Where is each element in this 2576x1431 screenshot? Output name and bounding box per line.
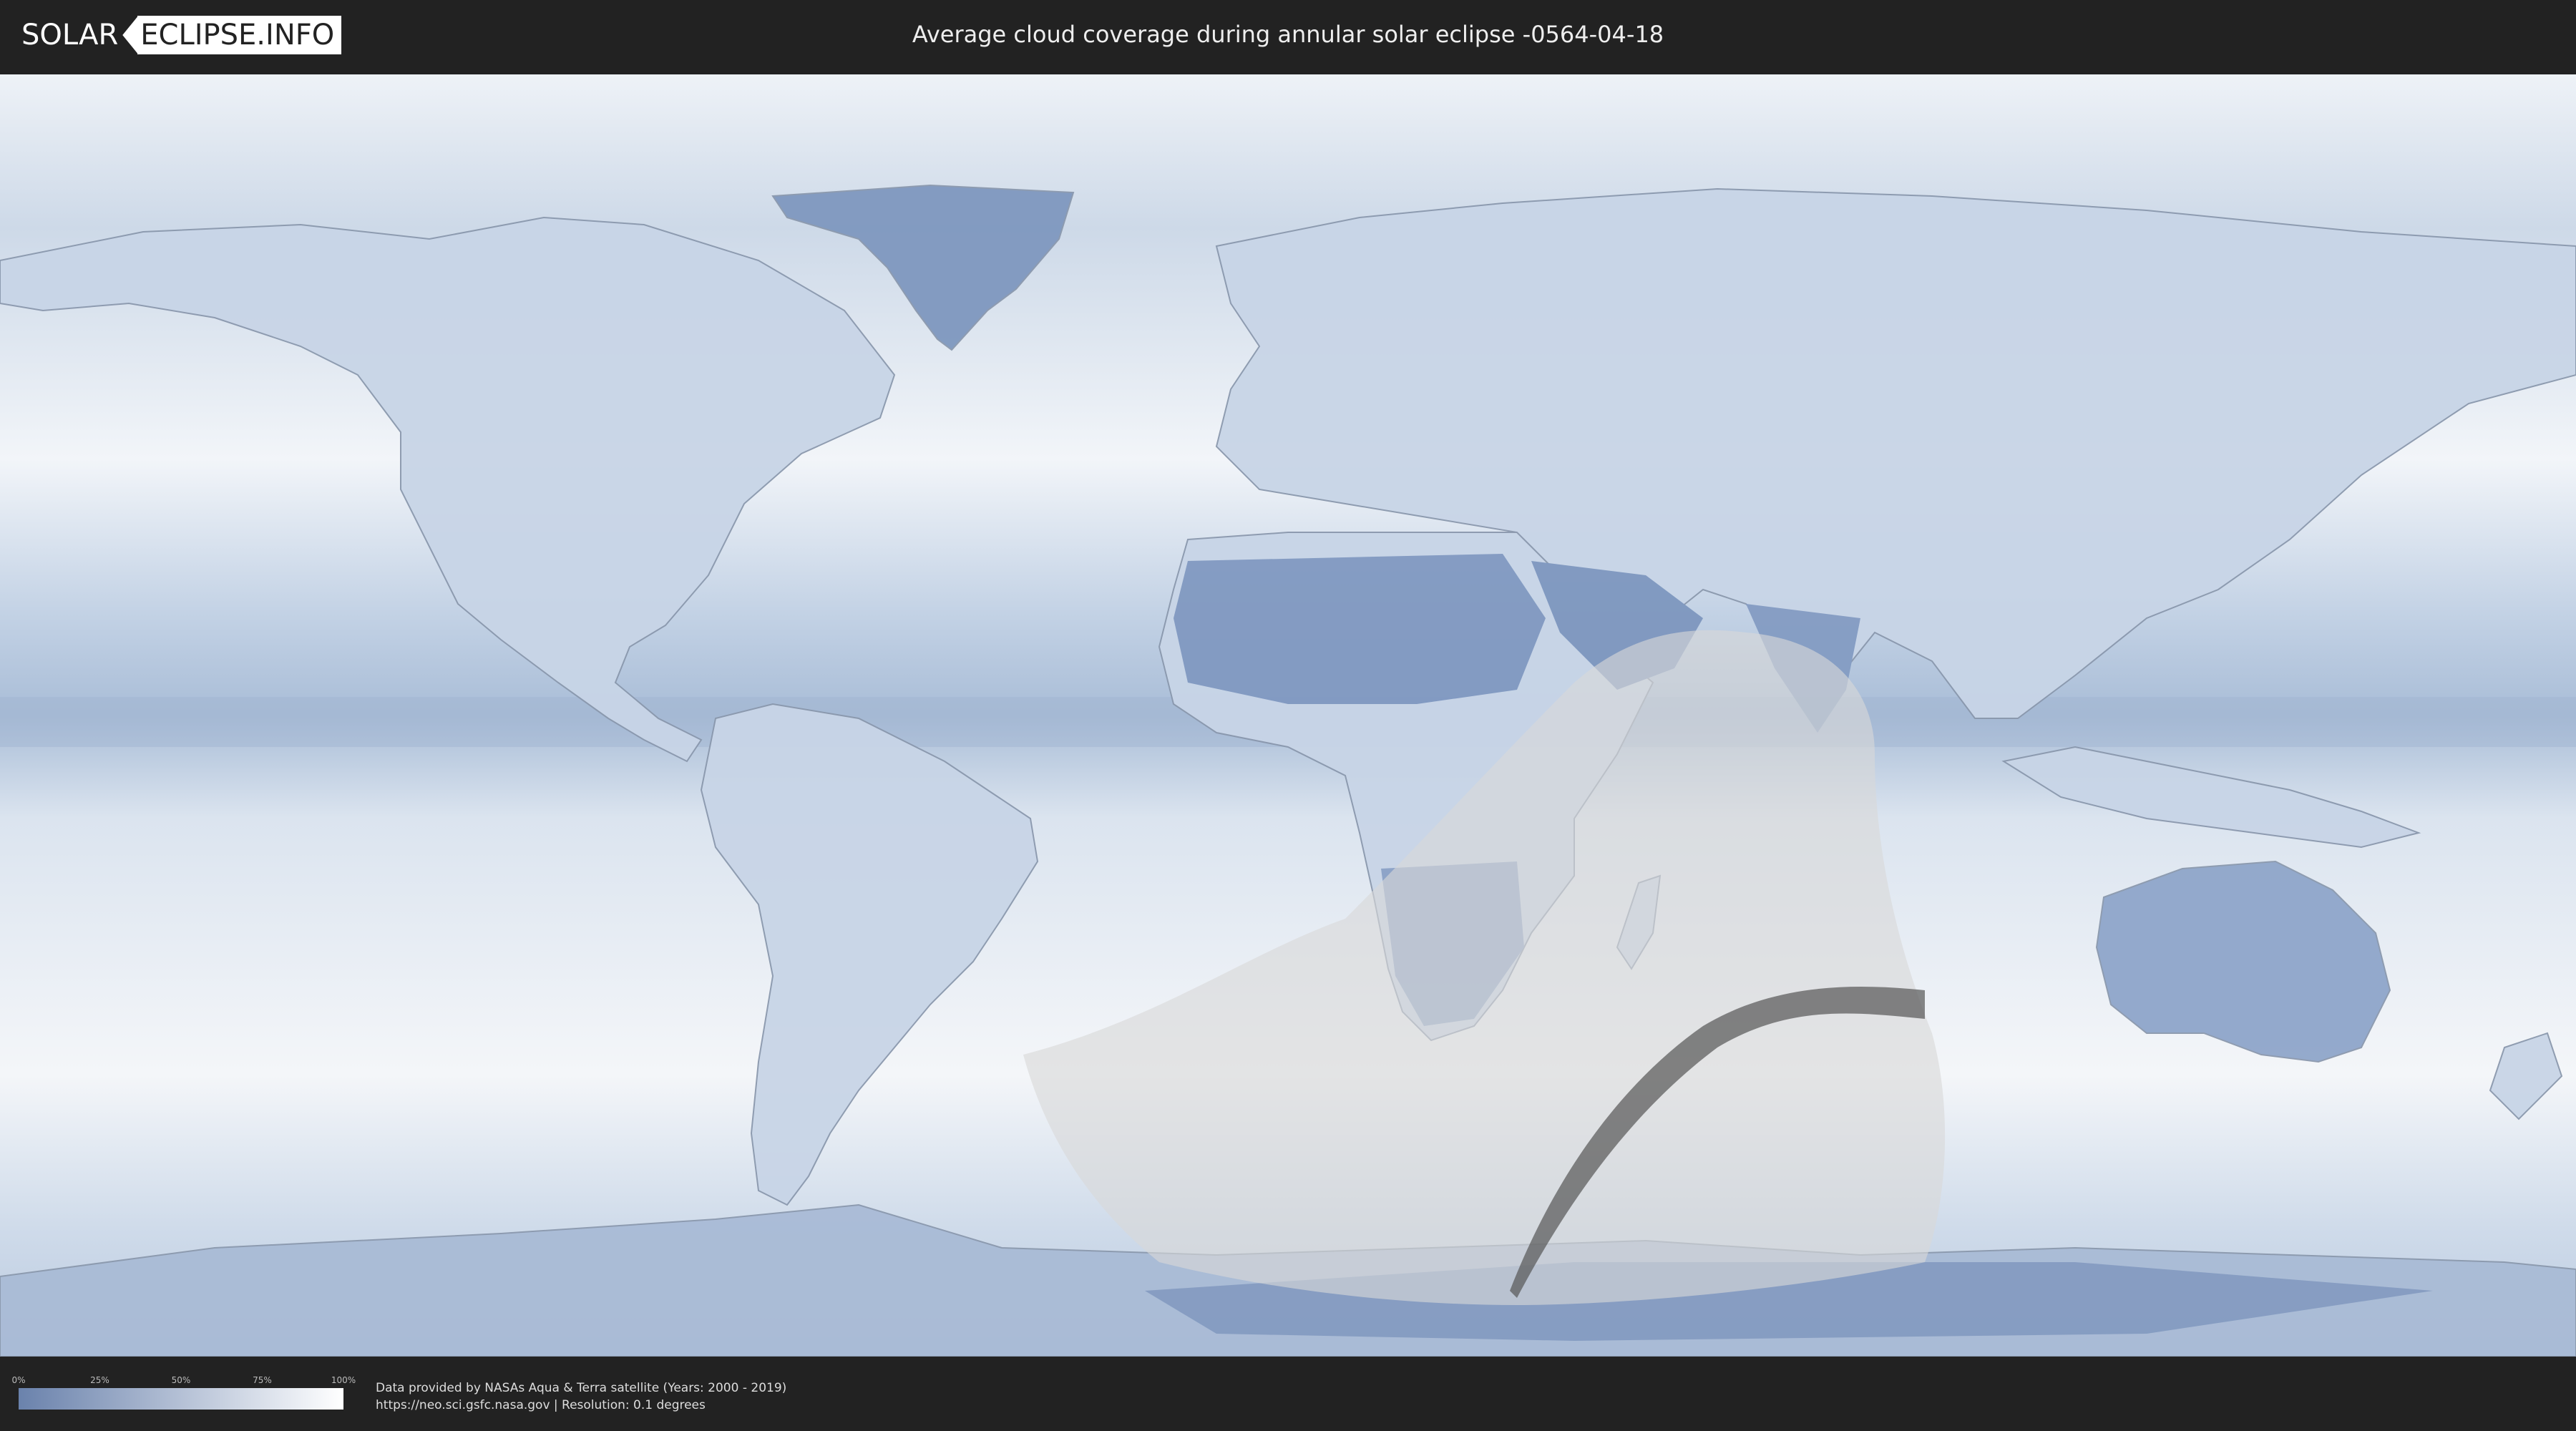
legend-tick: 0% [11, 1375, 26, 1385]
legend-gradient-bar [19, 1388, 343, 1410]
legend-tick: 25% [90, 1375, 109, 1385]
credit-source-line: https://neo.sci.gsfc.nasa.gov | Resoluti… [376, 1398, 706, 1412]
sahara-region [1174, 554, 1546, 704]
legend-tick: 100% [331, 1375, 356, 1385]
credit-line: Data provided by NASAs Aqua & Terra sate… [376, 1381, 787, 1395]
cloud-coverage-map[interactable] [0, 74, 2576, 1357]
page-title: Average cloud coverage during annular so… [912, 21, 1664, 48]
cloud-coverage-legend: 0% 25% 50% 75% 100% [11, 1375, 356, 1410]
header-bar: SOLAR ECLIPSE.INFO Average cloud coverag… [0, 0, 2576, 72]
legend-ticks: 0% 25% 50% 75% 100% [11, 1375, 356, 1388]
legend-tick: 50% [171, 1375, 191, 1385]
data-credits: Data provided by NASAs Aqua & Terra sate… [376, 1379, 786, 1414]
legend-tick: 75% [253, 1375, 272, 1385]
footer-bar: 0% 25% 50% 75% 100% Data provided by NAS… [0, 1359, 2576, 1431]
world-map-svg [0, 74, 2576, 1357]
